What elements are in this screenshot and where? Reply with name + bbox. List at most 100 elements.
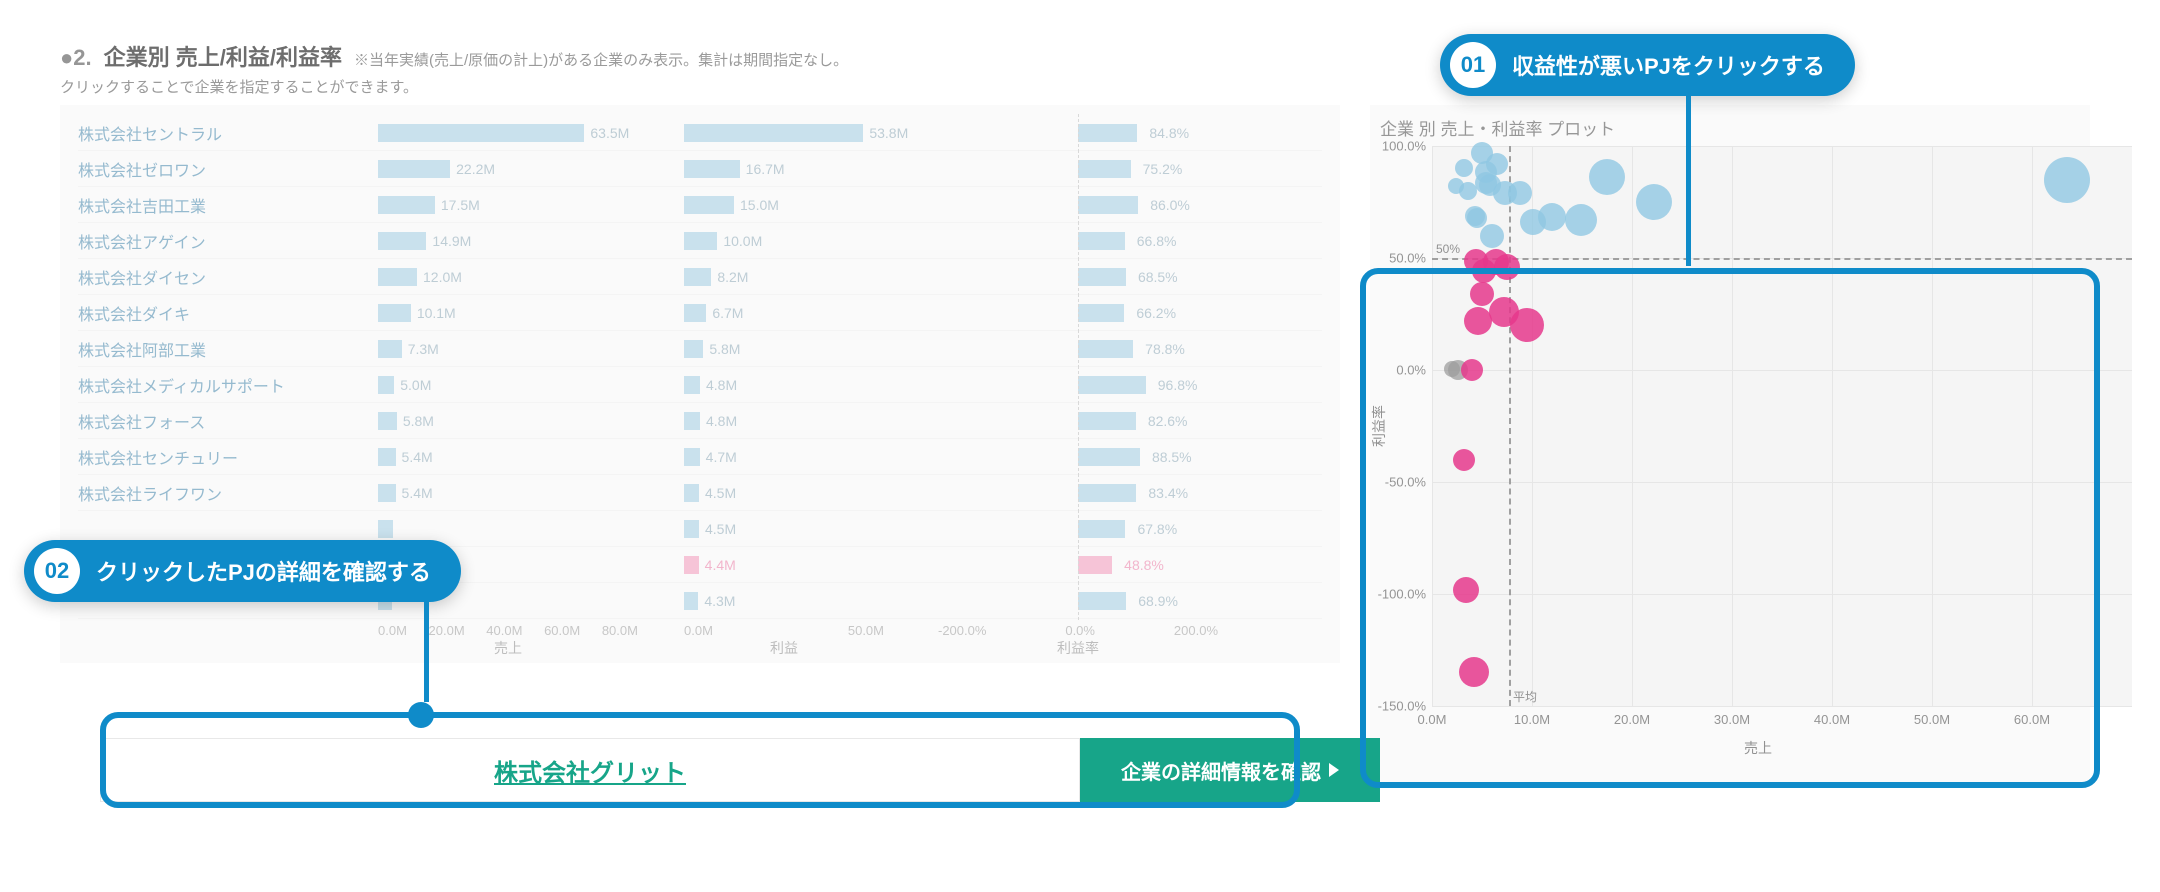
margin-bar: 78.8% — [938, 339, 1238, 359]
company-name: 株式会社ライフワン — [78, 481, 378, 505]
company-name: 株式会社アゲイン — [78, 229, 378, 253]
annotation-02-text: クリックしたPJの詳細を確認する — [96, 555, 431, 587]
profit-bar: 53.8M — [684, 123, 938, 143]
scatter-point[interactable] — [1470, 282, 1494, 306]
company-name: 株式会社ゼロワン — [78, 157, 378, 181]
profit-bar: 4.7M — [684, 447, 938, 467]
table-row[interactable]: 株式会社メディカルサポート5.0M4.8M96.8% — [78, 367, 1322, 403]
margin-bar: 68.9% — [938, 591, 1238, 611]
company-name: 株式会社フォース — [78, 409, 378, 433]
triangle-right-icon — [1329, 763, 1339, 777]
company-name: 株式会社阿部工業 — [78, 337, 378, 361]
table-row[interactable]: 株式会社ゼロワン22.2M16.7M75.2% — [78, 151, 1322, 187]
annotation-01-number: 01 — [1450, 42, 1496, 88]
margin-bar: 83.4% — [938, 483, 1238, 503]
sales-bar — [378, 519, 684, 539]
scatter-panel: 企業 別 売上・利益率 プロット 利益率 0.0M10.0M20.0M30.0M… — [1370, 105, 2090, 782]
profit-bar: 16.7M — [684, 159, 938, 179]
scatter-point[interactable] — [1453, 449, 1475, 471]
scatter-point[interactable] — [1461, 359, 1483, 381]
scatter-point[interactable] — [1508, 181, 1532, 205]
scatter-point[interactable] — [1565, 204, 1597, 236]
margin-bar: 96.8% — [938, 375, 1238, 395]
sales-bar: 22.2M — [378, 159, 684, 179]
annotation-01-connector — [1686, 96, 1691, 266]
company-name: 株式会社センチュリー — [78, 445, 378, 469]
detail-button-label: 企業の詳細情報を確認 — [1121, 756, 1321, 785]
section-note: ※当年実績(売上/原価の計上)がある企業のみ表示。集計は期間指定なし。 — [354, 49, 848, 70]
table-row[interactable]: 株式会社セントラル63.5M53.8M84.8% — [78, 115, 1322, 151]
scatter-point[interactable] — [1459, 657, 1489, 687]
profit-bar: 8.2M — [684, 267, 938, 287]
annotation-02-connector — [418, 602, 434, 728]
margin-bar: 84.8% — [938, 123, 1238, 143]
detail-button[interactable]: 企業の詳細情報を確認 — [1080, 738, 1380, 802]
sales-bar: 14.9M — [378, 231, 684, 251]
detail-company[interactable]: 株式会社グリット — [100, 738, 1080, 802]
scatter-point[interactable] — [1453, 577, 1479, 603]
scatter-point[interactable] — [1510, 308, 1544, 342]
sales-bar: 12.0M — [378, 267, 684, 287]
margin-bar: 75.2% — [938, 159, 1238, 179]
company-name: 株式会社ダイセン — [78, 265, 378, 289]
table-row[interactable]: 株式会社ダイキ10.1M6.7M66.2% — [78, 295, 1322, 331]
section-title: 企業別 売上/利益/利益率 — [104, 40, 342, 72]
annotation-01: 01 収益性が悪いPJをクリックする — [1440, 34, 1855, 96]
margin-bar: 66.8% — [938, 231, 1238, 251]
scatter-title: 企業 別 売上・利益率 プロット — [1376, 111, 2084, 146]
scatter-point[interactable] — [1448, 178, 1464, 194]
scatter-point[interactable] — [1636, 184, 1672, 220]
company-name: 株式会社セントラル — [78, 121, 378, 145]
margin-bar: 88.5% — [938, 447, 1238, 467]
scatter-xlabel: 売上 — [1432, 738, 2084, 758]
table-row[interactable]: 株式会社ダイセン12.0M8.2M68.5% — [78, 259, 1322, 295]
table-row[interactable]: 株式会社センチュリー5.4M4.7M88.5% — [78, 439, 1322, 475]
sales-bar: 10.1M — [378, 303, 684, 323]
detail-panel: 株式会社グリット 企業の詳細情報を確認 — [100, 720, 1380, 820]
sales-bar: 7.3M — [378, 339, 684, 359]
profit-bar: 4.5M — [684, 483, 938, 503]
scatter-point[interactable] — [2044, 157, 2090, 203]
profit-bar: 4.8M — [684, 411, 938, 431]
scatter-point[interactable] — [1455, 159, 1473, 177]
table-row[interactable]: 株式会社フォース5.8M4.8M82.6% — [78, 403, 1322, 439]
margin-bar: 68.5% — [938, 267, 1238, 287]
margin-bar: 67.8% — [938, 519, 1238, 539]
sales-bar: 17.5M — [378, 195, 684, 215]
profit-bar: 6.7M — [684, 303, 938, 323]
scatter-point[interactable] — [1464, 307, 1492, 335]
profit-bar: 10.0M — [684, 231, 938, 251]
scatter-point[interactable] — [1480, 224, 1504, 248]
company-name: 株式会社メディカルサポート — [78, 373, 378, 397]
margin-bar: 86.0% — [938, 195, 1238, 215]
sales-bar: 5.4M — [378, 483, 684, 503]
profit-bar: 15.0M — [684, 195, 938, 215]
sales-bar: 63.5M — [378, 123, 684, 143]
scatter-point[interactable] — [1465, 206, 1485, 226]
detail-company-link[interactable]: 株式会社グリット — [494, 753, 686, 788]
sales-bar: 5.4M — [378, 447, 684, 467]
scatter-point[interactable] — [1486, 153, 1508, 175]
scatter-point[interactable] — [1494, 254, 1520, 280]
margin-bar: 48.8% — [938, 555, 1238, 575]
scatter-ylabel: 利益率 — [1369, 405, 1389, 447]
scatter-point[interactable] — [1444, 361, 1460, 377]
profit-bar: 4.3M — [684, 591, 938, 611]
annotation-02: 02 クリックしたPJの詳細を確認する — [24, 540, 461, 602]
company-name: 株式会社吉田工業 — [78, 193, 378, 217]
table-row[interactable]: 株式会社ライフワン5.4M4.5M83.4% — [78, 475, 1322, 511]
profit-bar: 4.8M — [684, 375, 938, 395]
profit-bar: 5.8M — [684, 339, 938, 359]
margin-bar: 66.2% — [938, 303, 1238, 323]
scatter-point[interactable] — [1475, 172, 1497, 194]
company-name: 株式会社ダイキ — [78, 301, 378, 325]
section-bullet: ●2. — [60, 45, 92, 71]
table-row[interactable]: 株式会社アゲイン14.9M10.0M66.8% — [78, 223, 1322, 259]
scatter-point[interactable] — [1520, 209, 1546, 235]
table-row[interactable]: 株式会社吉田工業17.5M15.0M86.0% — [78, 187, 1322, 223]
table-row[interactable]: 株式会社阿部工業7.3M5.8M78.8% — [78, 331, 1322, 367]
profit-bar: 4.4M — [684, 555, 938, 575]
annotation-01-text: 収益性が悪いPJをクリックする — [1512, 49, 1825, 81]
scatter-plot[interactable]: 利益率 0.0M10.0M20.0M30.0M40.0M50.0M60.0M10… — [1432, 146, 2132, 706]
scatter-point[interactable] — [1589, 159, 1625, 195]
